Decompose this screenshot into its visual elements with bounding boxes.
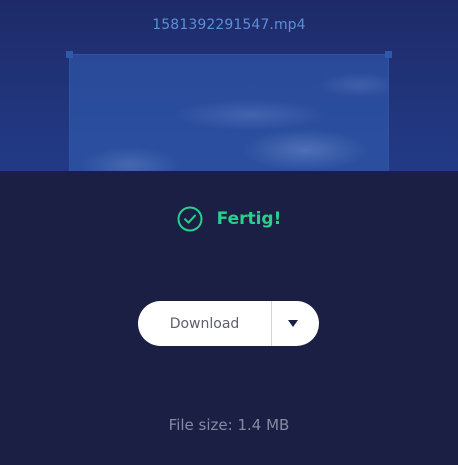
crop-handle-top-right[interactable] xyxy=(385,51,392,58)
download-split-button: Download xyxy=(138,301,319,346)
video-thumbnail xyxy=(69,54,389,171)
file-name: 1581392291547.mp4 xyxy=(152,17,306,33)
download-complete-page: 1581392291547.mp4 Fertig! Download File … xyxy=(0,0,458,465)
crop-handle-top-left[interactable] xyxy=(66,51,73,58)
download-button[interactable]: Download xyxy=(138,301,271,346)
status-row: Fertig! xyxy=(0,206,458,232)
file-size-text: File size: 1.4 MB xyxy=(168,416,290,434)
video-preview-area: 1581392291547.mp4 xyxy=(0,0,458,171)
status-text: Fertig! xyxy=(216,209,282,229)
caret-down-icon xyxy=(287,320,298,327)
download-options-button[interactable] xyxy=(272,301,319,346)
check-circle-icon xyxy=(177,206,203,232)
